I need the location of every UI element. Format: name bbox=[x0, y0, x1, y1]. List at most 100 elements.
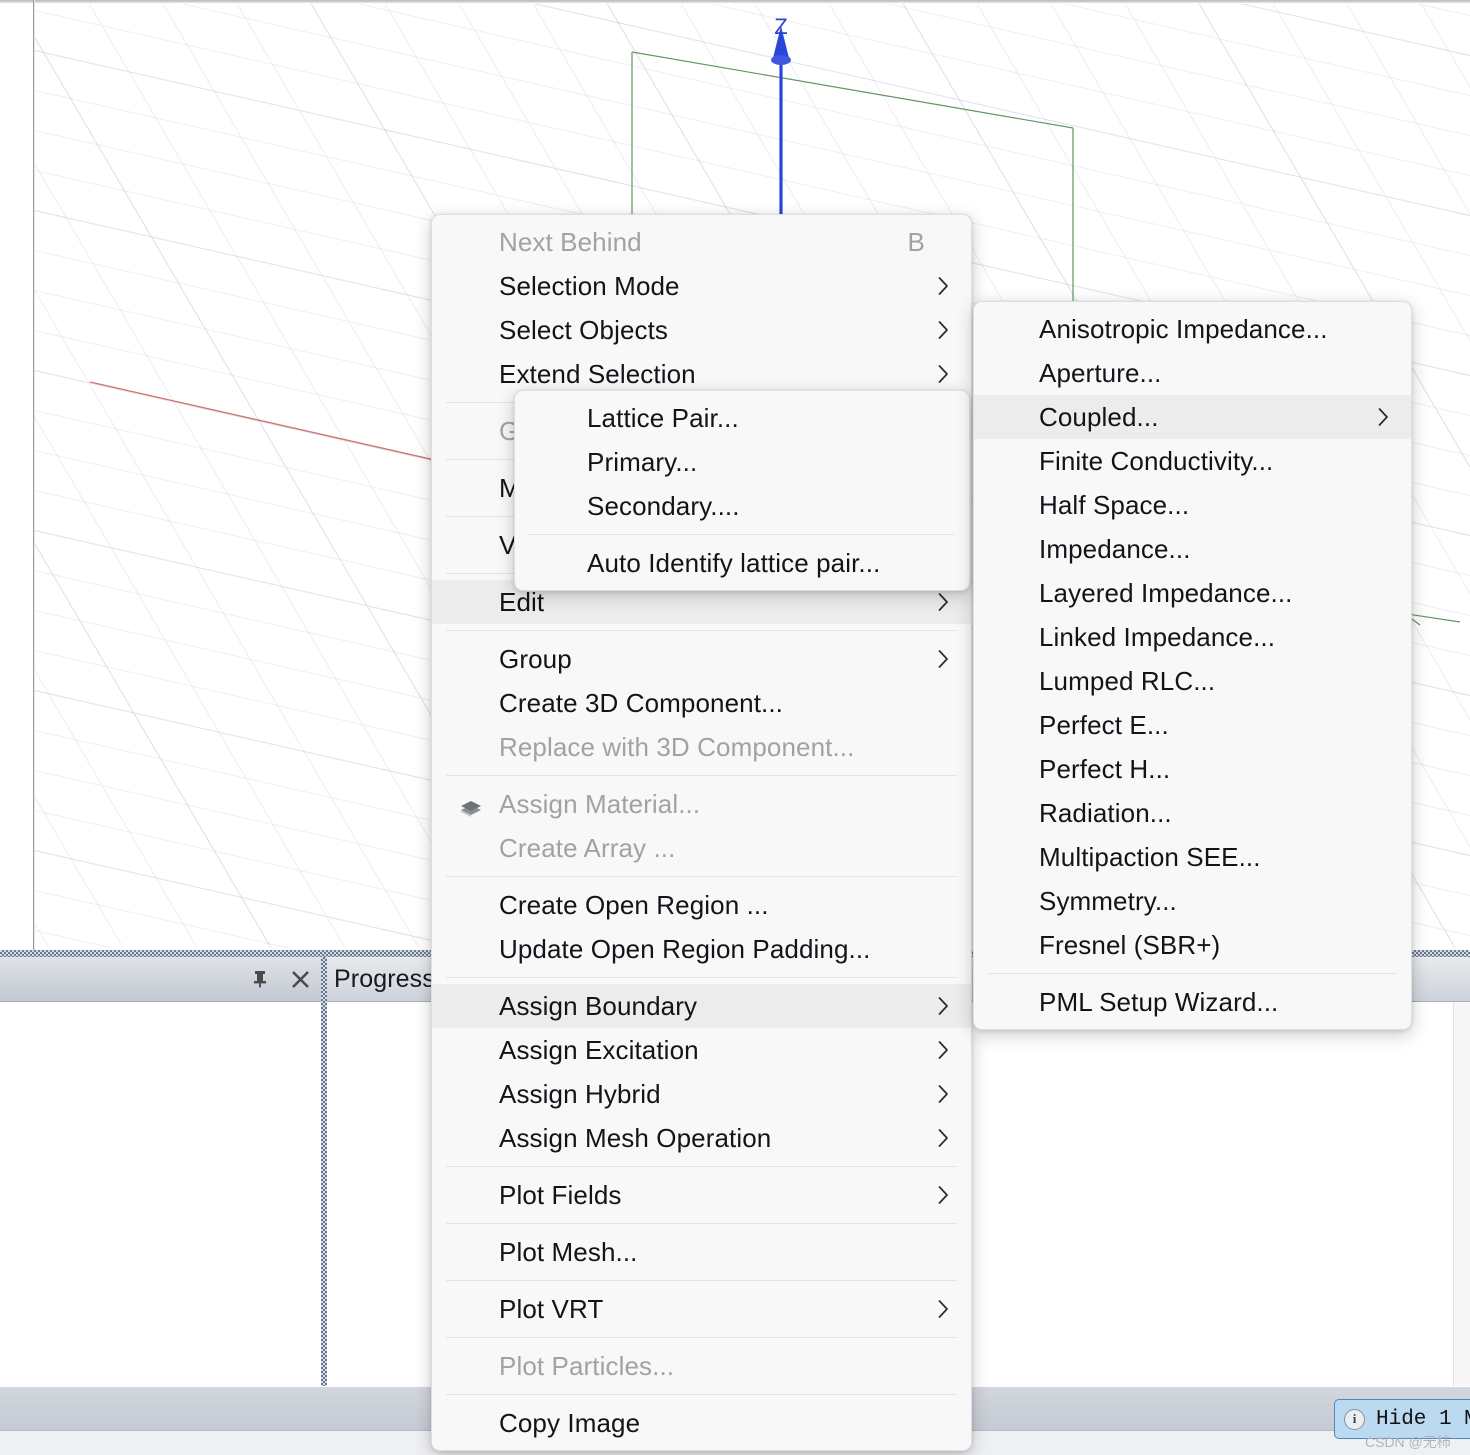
menu-item-label: Selection Mode bbox=[499, 270, 680, 301]
menu-item-label: Linked Impedance... bbox=[1039, 621, 1276, 652]
chevron-right-icon bbox=[938, 593, 949, 612]
menu-separator bbox=[446, 1337, 957, 1338]
menu-separator bbox=[446, 1166, 957, 1167]
menu-item-pml-setup-wizard[interactable]: PML Setup Wizard... bbox=[974, 980, 1411, 1024]
menu-item-plot-mesh[interactable]: Plot Mesh... bbox=[432, 1230, 971, 1274]
menu-item-select-objects[interactable]: Select Objects bbox=[432, 308, 971, 352]
menu-separator bbox=[988, 973, 1397, 974]
menu-item-assign-material: Assign Material... bbox=[432, 782, 971, 826]
menu-item-label: Multipaction SEE... bbox=[1039, 841, 1261, 872]
progress-tab-label: Progress bbox=[334, 964, 435, 993]
menu-item-lumped-rlc[interactable]: Lumped RLC... bbox=[974, 659, 1411, 703]
menu-item-next-behind: Next Behind B bbox=[432, 220, 971, 264]
menu-item-plot-particles: Plot Particles... bbox=[432, 1344, 971, 1388]
menu-item-label: Select Objects bbox=[499, 314, 669, 345]
chevron-right-icon bbox=[938, 365, 949, 384]
info-icon: i bbox=[1344, 1408, 1365, 1430]
menu-item-coupled[interactable]: Coupled... bbox=[974, 395, 1411, 439]
menu-separator bbox=[446, 876, 957, 877]
menu-separator bbox=[446, 775, 957, 776]
menu-item-anisotropic-impedance[interactable]: Anisotropic Impedance... bbox=[974, 307, 1411, 351]
pin-icon[interactable] bbox=[249, 968, 271, 990]
chevron-right-icon bbox=[938, 1186, 949, 1205]
chevron-right-icon bbox=[938, 1300, 949, 1319]
menu-item-assign-boundary[interactable]: Assign Boundary bbox=[432, 984, 971, 1028]
menu-item-label: Primary... bbox=[587, 446, 698, 477]
menu-item-finite-conductivity[interactable]: Finite Conductivity... bbox=[974, 439, 1411, 483]
menu-item-assign-excitation[interactable]: Assign Excitation bbox=[432, 1028, 971, 1072]
menu-item-secondary[interactable]: Secondary.... bbox=[515, 484, 969, 528]
menu-item-label: Secondary.... bbox=[587, 490, 740, 521]
layers-icon bbox=[458, 794, 484, 817]
menu-item-perfect-e[interactable]: Perfect E... bbox=[974, 703, 1411, 747]
menu-item-label: Extend Selection bbox=[499, 358, 696, 389]
menu-item-perfect-h[interactable]: Perfect H... bbox=[974, 747, 1411, 791]
progress-scrollbar[interactable] bbox=[1453, 1002, 1470, 1386]
menu-item-impedance[interactable]: Impedance... bbox=[974, 527, 1411, 571]
menu-item-create-array: Create Array ... bbox=[432, 826, 971, 870]
menu-item-label: Plot VRT bbox=[499, 1293, 604, 1324]
menu-item-label: Auto Identify lattice pair... bbox=[587, 547, 881, 578]
menu-item-create-3d-component[interactable]: Create 3D Component... bbox=[432, 681, 971, 725]
menu-item-label: Plot Fields bbox=[499, 1179, 622, 1210]
menu-item-assign-hybrid[interactable]: Assign Hybrid bbox=[432, 1072, 971, 1116]
watermark: CSDN @无柿 bbox=[1365, 1434, 1451, 1450]
menu-item-label: Finite Conductivity... bbox=[1039, 445, 1274, 476]
menu-item-label: Radiation... bbox=[1039, 797, 1172, 828]
menu-separator bbox=[529, 534, 955, 535]
menu-item-label: Anisotropic Impedance... bbox=[1039, 313, 1328, 344]
menu-item-label: Create Open Region ... bbox=[499, 889, 769, 920]
menu-item-label: Lattice Pair... bbox=[587, 402, 739, 433]
menu-item-layered-impedance[interactable]: Layered Impedance... bbox=[974, 571, 1411, 615]
menu-item-update-open-region-padding[interactable]: Update Open Region Padding... bbox=[432, 927, 971, 971]
menu-item-label: Replace with 3D Component... bbox=[499, 731, 855, 762]
menu-item-replace-with-3d-component: Replace with 3D Component... bbox=[432, 725, 971, 769]
menu-item-copy-image[interactable]: Copy Image bbox=[432, 1401, 971, 1445]
menu-item-plot-vrt[interactable]: Plot VRT bbox=[432, 1287, 971, 1331]
menu-item-shortcut: B bbox=[907, 226, 925, 257]
chevron-right-icon bbox=[938, 277, 949, 296]
menu-item-label: Lumped RLC... bbox=[1039, 665, 1216, 696]
menu-item-assign-mesh-operation[interactable]: Assign Mesh Operation bbox=[432, 1116, 971, 1160]
menu-item-plot-fields[interactable]: Plot Fields bbox=[432, 1173, 971, 1217]
menu-item-label: Aperture... bbox=[1039, 357, 1162, 388]
menu-item-label: Copy Image bbox=[499, 1407, 641, 1438]
menu-item-label: Fresnel (SBR+) bbox=[1039, 929, 1221, 960]
menu-item-auto-identify-lattice-pair[interactable]: Auto Identify lattice pair... bbox=[515, 541, 969, 585]
menu-item-label: Plot Particles... bbox=[499, 1350, 675, 1381]
menu-item-aperture[interactable]: Aperture... bbox=[974, 351, 1411, 395]
menu-item-label: Next Behind bbox=[499, 226, 642, 257]
chevron-right-icon bbox=[938, 1085, 949, 1104]
menu-item-selection-mode[interactable]: Selection Mode bbox=[432, 264, 971, 308]
menu-separator bbox=[446, 1223, 957, 1224]
chevron-right-icon bbox=[938, 1041, 949, 1060]
menu-item-label: Group bbox=[499, 643, 572, 674]
menu-item-primary[interactable]: Primary... bbox=[515, 440, 969, 484]
menu-item-label: Assign Mesh Operation bbox=[499, 1122, 772, 1153]
menu-item-label: Perfect E... bbox=[1039, 709, 1169, 740]
menu-item-label: Edit bbox=[499, 586, 545, 617]
menu-item-multipaction-see[interactable]: Multipaction SEE... bbox=[974, 835, 1411, 879]
menu-item-half-space[interactable]: Half Space... bbox=[974, 483, 1411, 527]
hide-message-label: Hide 1 Me bbox=[1376, 1407, 1470, 1431]
assign-boundary-submenu[interactable]: Anisotropic Impedance... Aperture... Coupl… bbox=[973, 301, 1412, 1030]
menu-item-label: Impedance... bbox=[1039, 533, 1191, 564]
menu-separator bbox=[446, 977, 957, 978]
menu-item-create-open-region[interactable]: Create Open Region ... bbox=[432, 883, 971, 927]
menu-item-label: Update Open Region Padding... bbox=[499, 933, 871, 964]
menu-item-linked-impedance[interactable]: Linked Impedance... bbox=[974, 615, 1411, 659]
menu-item-label: Perfect H... bbox=[1039, 753, 1171, 784]
chevron-right-icon bbox=[938, 997, 949, 1016]
chevron-right-icon bbox=[938, 650, 949, 669]
dock-left-titlebar bbox=[0, 957, 321, 1002]
menu-item-lattice-pair[interactable]: Lattice Pair... bbox=[515, 396, 969, 440]
chevron-right-icon bbox=[938, 1129, 949, 1148]
menu-item-label: Create 3D Component... bbox=[499, 687, 784, 718]
close-icon[interactable] bbox=[289, 968, 311, 990]
lattice-submenu[interactable]: Lattice Pair... Primary... Secondary.... Au… bbox=[514, 390, 970, 591]
menu-item-fresnel-sbr[interactable]: Fresnel (SBR+) bbox=[974, 923, 1411, 967]
menu-item-symmetry[interactable]: Symmetry... bbox=[974, 879, 1411, 923]
menu-item-radiation[interactable]: Radiation... bbox=[974, 791, 1411, 835]
menu-item-group[interactable]: Group bbox=[432, 637, 971, 681]
chevron-right-icon bbox=[1378, 408, 1389, 427]
